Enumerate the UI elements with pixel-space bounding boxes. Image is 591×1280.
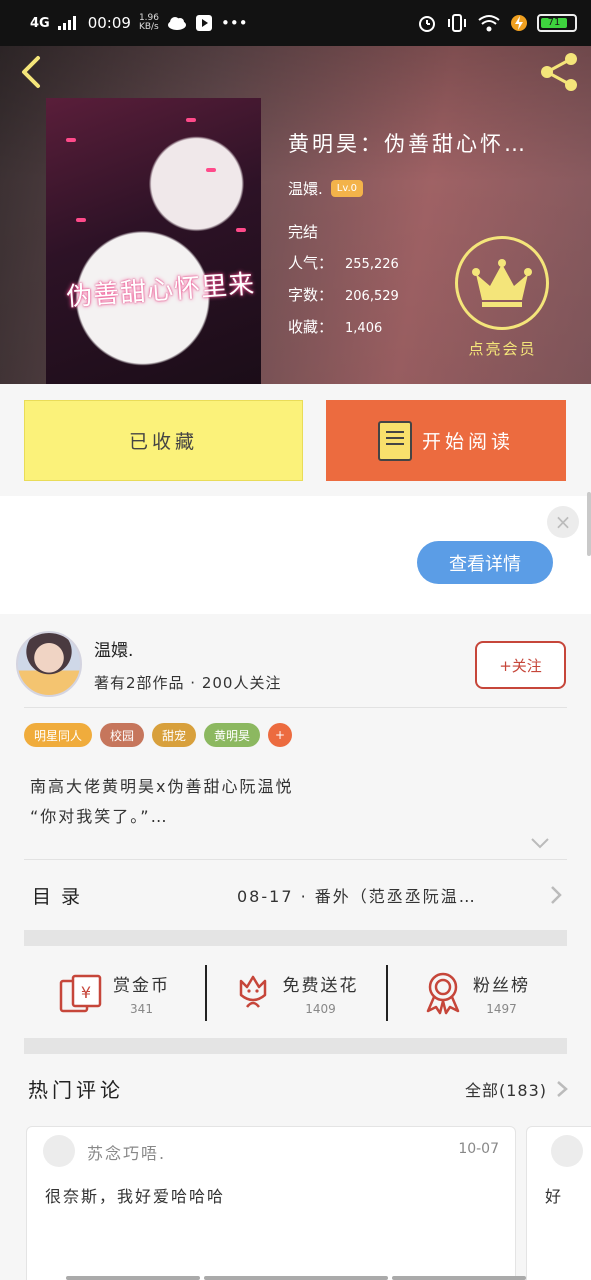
table-of-contents-row[interactable]: 目录 08-17 · 番外（范丞丞阮温… <box>24 860 567 930</box>
chevron-down-icon[interactable] <box>530 836 550 850</box>
carousel-indicator <box>66 1276 526 1280</box>
flower-icon <box>239 975 266 1008</box>
fan-ranking-button[interactable]: 粉丝榜 1497 <box>386 948 567 1038</box>
add-tag-button[interactable]: + <box>268 723 293 747</box>
book-cover[interactable]: 伪善甜心怀里来 <box>46 98 261 384</box>
comment-text: 很奈斯，我好爱哈哈哈 <box>45 1187 226 1206</box>
charging-icon <box>511 15 527 31</box>
gift-count: 341 <box>130 1001 153 1016</box>
gift-name: 粉丝榜 <box>473 975 530 996</box>
book-title: 黄明昊：伪善甜心怀… <box>288 132 528 156</box>
latest-chapter: 08-17 · 番外（范丞丞阮温… <box>237 887 477 906</box>
gift-bar: ¥ 赏金币 341 免费送花 1409 粉丝榜 1497 <box>24 948 567 1038</box>
network-type: 4G <box>30 15 50 31</box>
book-author[interactable]: 温嬛. <box>288 178 323 199</box>
book-header: 伪善甜心怀里来 黄明昊：伪善甜心怀… 温嬛. Lv.0 完结 人气： 255,22… <box>0 46 591 384</box>
section-separator <box>24 1038 567 1054</box>
commenter-avatar[interactable] <box>551 1135 583 1167</box>
red-envelope-icon: ¥ <box>59 974 102 1013</box>
gift-count: 1497 <box>486 1001 517 1016</box>
clock: 00:09 <box>87 14 131 32</box>
section-separator <box>24 930 567 946</box>
scrollbar[interactable] <box>587 492 591 556</box>
net-speed: 1.96 KB/s <box>138 13 159 32</box>
tag-item[interactable]: 明星同人 <box>24 723 93 747</box>
crown-icon <box>472 259 532 307</box>
wifi-icon <box>478 15 500 32</box>
view-details-button[interactable]: 查看详情 <box>417 541 553 584</box>
ad-banner: × 查看详情 <box>0 496 591 614</box>
status-bar: 4G 00:09 1.96 KB/s ••• 71 <box>0 0 591 46</box>
medal-icon <box>426 972 460 1015</box>
comment-card[interactable]: 好 <box>526 1126 591 1280</box>
author-stats: 著有2部作品 · 200人关注 <box>94 674 282 692</box>
all-comments-link[interactable]: 全部(183) <box>465 1077 547 1101</box>
synopsis-line: 南高大佬黄明昊x伪善甜心阮温悦 <box>30 777 294 796</box>
vip-button[interactable]: 点亮会员 <box>455 236 550 359</box>
book-icon <box>377 420 412 461</box>
start-reading-label: 开始阅读 <box>421 431 514 453</box>
synopsis[interactable]: 南高大佬黄明昊x伪善甜心阮温悦 “你对我笑了。”… <box>30 772 293 832</box>
tag-item[interactable]: 甜宠 <box>152 723 197 747</box>
tag-list: 明星同人 校园 甜宠 黄明昊 + <box>24 723 293 747</box>
cloud-icon <box>168 17 186 30</box>
commenter-name[interactable]: 苏念巧唔. <box>87 1140 166 1164</box>
vip-label: 点亮会员 <box>468 340 537 358</box>
send-flower-button[interactable]: 免费送花 1409 <box>205 948 386 1038</box>
comment-card[interactable]: 苏念巧唔. 10-07 很奈斯，我好爱哈哈哈 <box>26 1126 516 1280</box>
collected-button[interactable]: 已收藏 <box>24 400 303 481</box>
author-avatar[interactable] <box>16 631 82 697</box>
author-name[interactable]: 温嬛. <box>94 636 133 661</box>
toc-label: 目录 <box>32 885 91 908</box>
gift-count: 1409 <box>305 1001 336 1016</box>
video-app-icon <box>196 15 212 31</box>
divider <box>24 707 567 708</box>
close-icon[interactable]: × <box>547 506 579 538</box>
start-reading-button[interactable]: 开始阅读 <box>326 400 566 481</box>
share-icon[interactable] <box>537 50 581 94</box>
chevron-right-icon[interactable] <box>553 1080 571 1098</box>
battery-icon: 71 <box>537 14 577 32</box>
tag-item[interactable]: 黄明昊 <box>204 723 261 747</box>
vibrate-icon <box>448 14 466 32</box>
commenter-avatar[interactable] <box>43 1135 75 1167</box>
svg-text:¥: ¥ <box>81 983 91 1002</box>
level-badge: Lv.0 <box>330 180 364 197</box>
cover-title: 伪善甜心怀里来 <box>65 269 257 313</box>
gift-name: 赏金币 <box>113 975 170 996</box>
action-bar: 已收藏 开始阅读 <box>0 384 591 496</box>
more-notifications-icon: ••• <box>221 14 248 32</box>
signal-icon <box>57 16 76 30</box>
alarm-icon <box>419 16 435 32</box>
book-details: 温嬛. 著有2部作品 · 200人关注 +关注 明星同人 校园 甜宠 黄明昊 +… <box>0 614 591 1280</box>
chevron-right-icon <box>551 886 562 904</box>
gift-name: 免费送花 <box>282 975 359 996</box>
comment-text: 好 <box>545 1187 564 1206</box>
reward-coins-button[interactable]: ¥ 赏金币 341 <box>24 948 205 1038</box>
comment-date: 10-07 <box>458 1141 499 1157</box>
follow-button[interactable]: +关注 <box>475 641 566 689</box>
back-arrow-icon[interactable] <box>16 52 46 92</box>
hot-comments-title: 热门评论 <box>28 1078 124 1102</box>
tag-item[interactable]: 校园 <box>100 723 145 747</box>
synopsis-line: “你对我笑了。”… <box>30 807 169 826</box>
